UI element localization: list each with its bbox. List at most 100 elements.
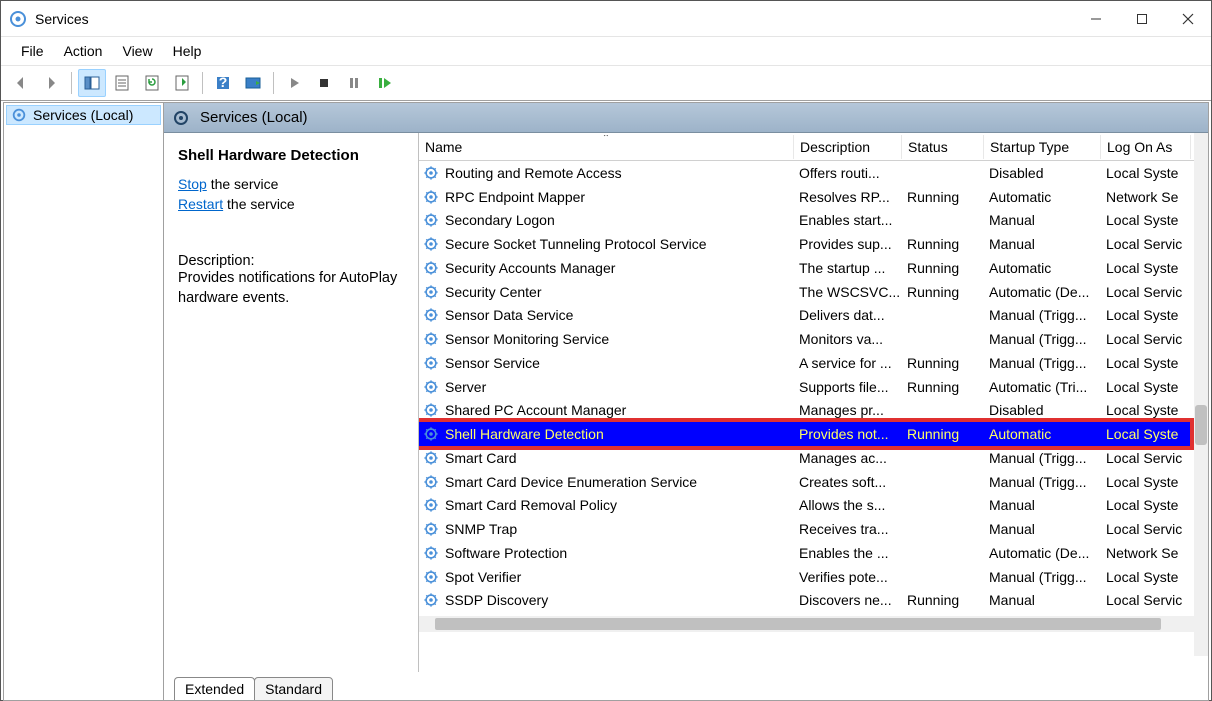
service-row[interactable]: RPC Endpoint MapperResolves RP...Running…	[419, 185, 1208, 209]
column-startup-type[interactable]: Startup Type	[984, 135, 1101, 159]
cell-logon: Local Syste	[1106, 307, 1206, 323]
service-row[interactable]: Sensor Monitoring ServiceMonitors va...M…	[419, 327, 1208, 351]
service-row[interactable]: Software ProtectionEnables the ...Automa…	[419, 541, 1208, 565]
cell-name: Security Accounts Manager	[445, 260, 799, 276]
menu-view[interactable]: View	[112, 39, 162, 63]
column-logon-as[interactable]: Log On As	[1101, 135, 1191, 159]
titlebar: Services	[1, 1, 1211, 37]
description-text: Provides notifications for AutoPlay hard…	[178, 269, 406, 308]
stop-link[interactable]: Stop	[178, 176, 207, 192]
pane-header: Services (Local)	[164, 103, 1208, 133]
service-row[interactable]: SNMP TrapReceives tra...ManualLocal Serv…	[419, 517, 1208, 541]
service-row[interactable]: Security Accounts ManagerThe startup ...…	[419, 256, 1208, 280]
service-row[interactable]: Secure Socket Tunneling Protocol Service…	[419, 232, 1208, 256]
cell-startup: Automatic	[989, 260, 1106, 276]
cell-logon: Local Syste	[1106, 474, 1206, 490]
cell-description: Offers routi...	[799, 165, 907, 181]
cell-startup: Manual	[989, 236, 1106, 252]
cell-status: Running	[907, 379, 989, 395]
back-button[interactable]	[7, 69, 35, 97]
menu-help[interactable]: Help	[163, 39, 212, 63]
start-service-button[interactable]	[280, 69, 308, 97]
show-hide-tree-button[interactable]	[78, 69, 106, 97]
cell-logon: Local Servic	[1106, 450, 1206, 466]
service-row[interactable]: Shell Hardware DetectionProvides not...R…	[419, 422, 1208, 446]
cell-startup: Automatic	[989, 426, 1106, 442]
service-row[interactable]: Spot VerifierVerifies pote...Manual (Tri…	[419, 565, 1208, 589]
cell-startup: Manual (Trigg...	[989, 450, 1106, 466]
service-row[interactable]: SSDP DiscoveryDiscovers ne...RunningManu…	[419, 589, 1208, 613]
main-panel: Services (Local) Shell Hardware Detectio…	[164, 103, 1208, 700]
pause-service-button[interactable]	[340, 69, 368, 97]
restart-link[interactable]: Restart	[178, 196, 223, 212]
service-rows: Routing and Remote AccessOffers routi...…	[419, 161, 1208, 612]
vertical-scrollbar[interactable]	[1194, 133, 1208, 656]
restart-service-button[interactable]	[370, 69, 398, 97]
menu-file[interactable]: File	[11, 39, 54, 63]
gear-icon	[423, 189, 439, 205]
horizontal-scrollbar[interactable]	[419, 616, 1208, 632]
column-name[interactable]: Name⌃	[419, 135, 794, 159]
cell-startup: Manual	[989, 497, 1106, 513]
properties-button[interactable]	[108, 69, 136, 97]
services-icon	[11, 107, 27, 123]
cell-description: A service for ...	[799, 355, 907, 371]
forward-button[interactable]	[37, 69, 65, 97]
gear-icon	[423, 497, 439, 513]
service-row[interactable]: Shared PC Account ManagerManages pr...Di…	[419, 399, 1208, 423]
cell-status: Running	[907, 236, 989, 252]
service-row[interactable]: Secondary LogonEnables start...ManualLoc…	[419, 209, 1208, 233]
maximize-button[interactable]	[1119, 1, 1165, 37]
menu-action[interactable]: Action	[54, 39, 113, 63]
service-row[interactable]: Smart Card Device Enumeration ServiceCre…	[419, 470, 1208, 494]
gear-icon	[423, 450, 439, 466]
column-description[interactable]: Description	[794, 135, 902, 159]
refresh-button[interactable]	[138, 69, 166, 97]
service-row[interactable]: Smart Card Removal PolicyAllows the s...…	[419, 494, 1208, 518]
gear-icon	[423, 165, 439, 181]
cell-description: Allows the s...	[799, 497, 907, 513]
main-body: Shell Hardware Detection Stop the servic…	[164, 133, 1208, 672]
cell-startup: Automatic	[989, 189, 1106, 205]
cell-description: Discovers ne...	[799, 592, 907, 608]
cell-startup: Manual	[989, 592, 1106, 608]
toolbar-separator	[202, 72, 203, 94]
minimize-button[interactable]	[1073, 1, 1119, 37]
console-tree: Services (Local)	[4, 103, 164, 700]
services-icon	[9, 10, 27, 28]
service-row[interactable]: ServerSupports file...RunningAutomatic (…	[419, 375, 1208, 399]
run-dialog-button[interactable]	[239, 69, 267, 97]
gear-icon	[423, 379, 439, 395]
cell-logon: Local Syste	[1106, 355, 1206, 371]
tree-node-services-local[interactable]: Services (Local)	[6, 105, 161, 125]
cell-description: Verifies pote...	[799, 569, 907, 585]
service-row[interactable]: Routing and Remote AccessOffers routi...…	[419, 161, 1208, 185]
gear-icon	[423, 355, 439, 371]
cell-startup: Manual (Trigg...	[989, 355, 1106, 371]
cell-startup: Manual (Trigg...	[989, 307, 1106, 323]
tab-extended[interactable]: Extended	[174, 677, 255, 700]
service-row[interactable]: Sensor ServiceA service for ...RunningMa…	[419, 351, 1208, 375]
service-row[interactable]: Sensor Data ServiceDelivers dat...Manual…	[419, 304, 1208, 328]
stop-service-button[interactable]	[310, 69, 338, 97]
help-button[interactable]: ?	[209, 69, 237, 97]
service-row[interactable]: Security CenterThe WSCSVC...RunningAutom…	[419, 280, 1208, 304]
cell-logon: Network Se	[1106, 545, 1206, 561]
gear-icon	[423, 545, 439, 561]
svg-text:?: ?	[219, 74, 228, 90]
window-title: Services	[35, 11, 1073, 27]
column-status[interactable]: Status	[902, 135, 984, 159]
cell-startup: Manual	[989, 521, 1106, 537]
service-row[interactable]: Smart CardManages ac...Manual (Trigg...L…	[419, 446, 1208, 470]
export-list-button[interactable]	[168, 69, 196, 97]
cell-name: RPC Endpoint Mapper	[445, 189, 799, 205]
vertical-scroll-thumb[interactable]	[1195, 405, 1207, 445]
close-button[interactable]	[1165, 1, 1211, 37]
cell-logon: Local Servic	[1106, 331, 1206, 347]
cell-description: Enables the ...	[799, 545, 907, 561]
cell-name: Smart Card	[445, 450, 799, 466]
cell-name: Spot Verifier	[445, 569, 799, 585]
cell-logon: Local Servic	[1106, 521, 1206, 537]
horizontal-scroll-thumb[interactable]	[435, 618, 1161, 630]
tab-standard[interactable]: Standard	[254, 677, 333, 700]
